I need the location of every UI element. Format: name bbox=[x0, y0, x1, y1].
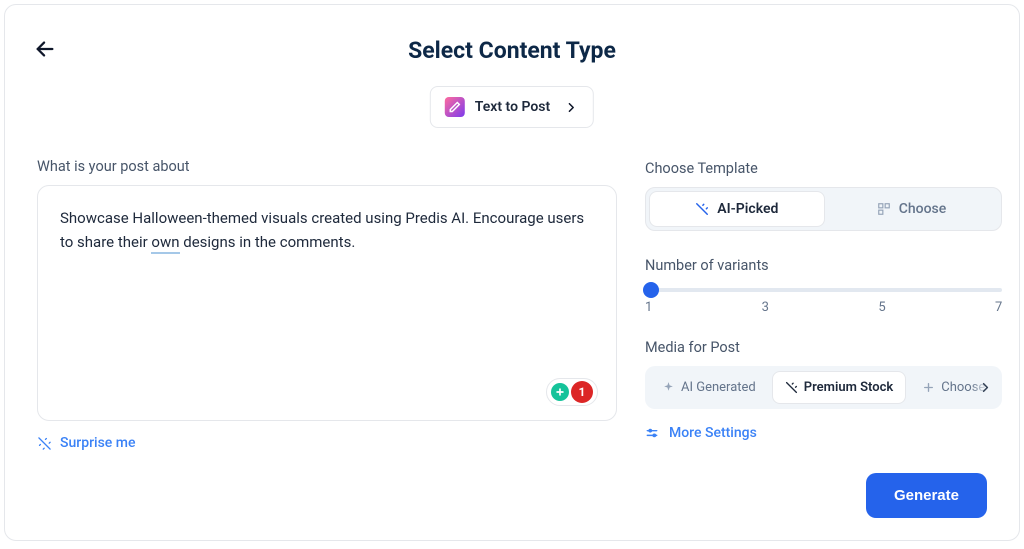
surprise-me-button[interactable]: Surprise me bbox=[37, 435, 617, 451]
tick-5: 5 bbox=[878, 300, 885, 315]
grammarly-count: 1 bbox=[571, 381, 593, 403]
slider-thumb[interactable] bbox=[643, 282, 659, 298]
chips-scroll-right[interactable] bbox=[971, 371, 999, 405]
surprise-me-label: Surprise me bbox=[60, 435, 135, 451]
more-settings-button[interactable]: More Settings bbox=[645, 425, 1002, 441]
slider-ticks: 1 3 5 7 bbox=[645, 300, 1002, 315]
wand-icon bbox=[37, 436, 52, 451]
choose-template-label: Choose Template bbox=[645, 160, 1002, 177]
tick-3: 3 bbox=[762, 300, 769, 315]
back-button[interactable] bbox=[33, 37, 57, 61]
media-premium-stock-label: Premium Stock bbox=[804, 380, 893, 395]
template-icon bbox=[877, 202, 891, 216]
content-type-selector[interactable]: Text to Post bbox=[430, 86, 594, 128]
page-title: Select Content Type bbox=[37, 37, 987, 64]
media-ai-generated[interactable]: AI Generated bbox=[650, 372, 768, 403]
post-text-content: Showcase Halloween-themed visuals create… bbox=[60, 206, 594, 254]
media-ai-generated-label: AI Generated bbox=[681, 380, 756, 395]
content-type-label: Text to Post bbox=[475, 99, 550, 115]
post-textarea[interactable]: Showcase Halloween-themed visuals create… bbox=[37, 185, 617, 421]
more-settings-label: More Settings bbox=[669, 425, 757, 441]
template-toggle: AI-Picked Choose bbox=[645, 187, 1002, 231]
media-label: Media for Post bbox=[645, 339, 1002, 356]
template-ai-picked-label: AI-Picked bbox=[717, 201, 778, 217]
variants-label: Number of variants bbox=[645, 257, 1002, 274]
chevron-right-icon bbox=[564, 100, 579, 115]
chevron-right-icon bbox=[978, 380, 993, 395]
post-about-label: What is your post about bbox=[37, 158, 617, 175]
template-choose-label: Choose bbox=[899, 201, 947, 217]
tick-7: 7 bbox=[995, 300, 1002, 315]
text-to-post-icon bbox=[445, 97, 465, 117]
wand-icon bbox=[785, 381, 798, 394]
grammarly-badge[interactable]: 1 bbox=[546, 378, 598, 406]
sliders-icon bbox=[645, 426, 659, 440]
media-chips: AI Generated Premium Stock Choose bbox=[645, 366, 1002, 409]
post-text-part2: designs in the comments. bbox=[180, 233, 356, 251]
template-ai-picked[interactable]: AI-Picked bbox=[649, 191, 825, 227]
plus-icon bbox=[922, 381, 935, 394]
generate-button[interactable]: Generate bbox=[866, 473, 987, 518]
wand-icon bbox=[695, 202, 709, 216]
variants-slider[interactable] bbox=[645, 288, 1002, 292]
sparkle-icon bbox=[662, 381, 675, 394]
template-choose[interactable]: Choose bbox=[825, 191, 999, 227]
arrow-left-icon bbox=[34, 38, 56, 60]
post-text-underlined: own bbox=[151, 233, 179, 254]
tick-1: 1 bbox=[645, 300, 652, 315]
grammarly-plus-icon bbox=[551, 383, 569, 401]
media-premium-stock[interactable]: Premium Stock bbox=[772, 371, 906, 404]
